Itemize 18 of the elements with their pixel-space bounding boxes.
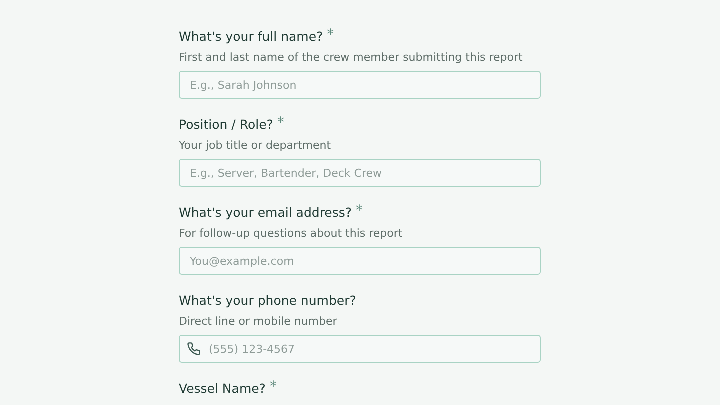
text-input-field[interactable]: E.g., Sarah Johnson bbox=[179, 71, 541, 99]
field-label: What's your phone number? bbox=[179, 292, 356, 310]
phone-input-field[interactable]: (555) 123-4567 bbox=[179, 335, 541, 363]
field-label: What's your email address? bbox=[179, 204, 352, 222]
field-label: Position / Role? bbox=[179, 116, 274, 134]
field-label: What's your full name? bbox=[179, 28, 324, 46]
phone-icon bbox=[187, 342, 201, 356]
text-input-field[interactable]: You@example.com bbox=[179, 247, 541, 275]
required-asterisk: * bbox=[356, 204, 364, 218]
required-asterisk: * bbox=[327, 28, 334, 42]
text-input-field[interactable]: E.g., Server, Bartender, Deck Crew bbox=[179, 159, 541, 187]
field-hint: First and last name of the crew member submitting this report bbox=[179, 50, 524, 65]
field-hint: Direct line or mobile number bbox=[179, 314, 338, 329]
required-asterisk: * bbox=[270, 380, 277, 394]
field-hint: Your job title or department bbox=[179, 138, 332, 153]
required-asterisk: * bbox=[277, 116, 284, 130]
field-hint: For follow-up questions about this report bbox=[179, 226, 404, 241]
field-label: Vessel Name? bbox=[179, 380, 266, 398]
